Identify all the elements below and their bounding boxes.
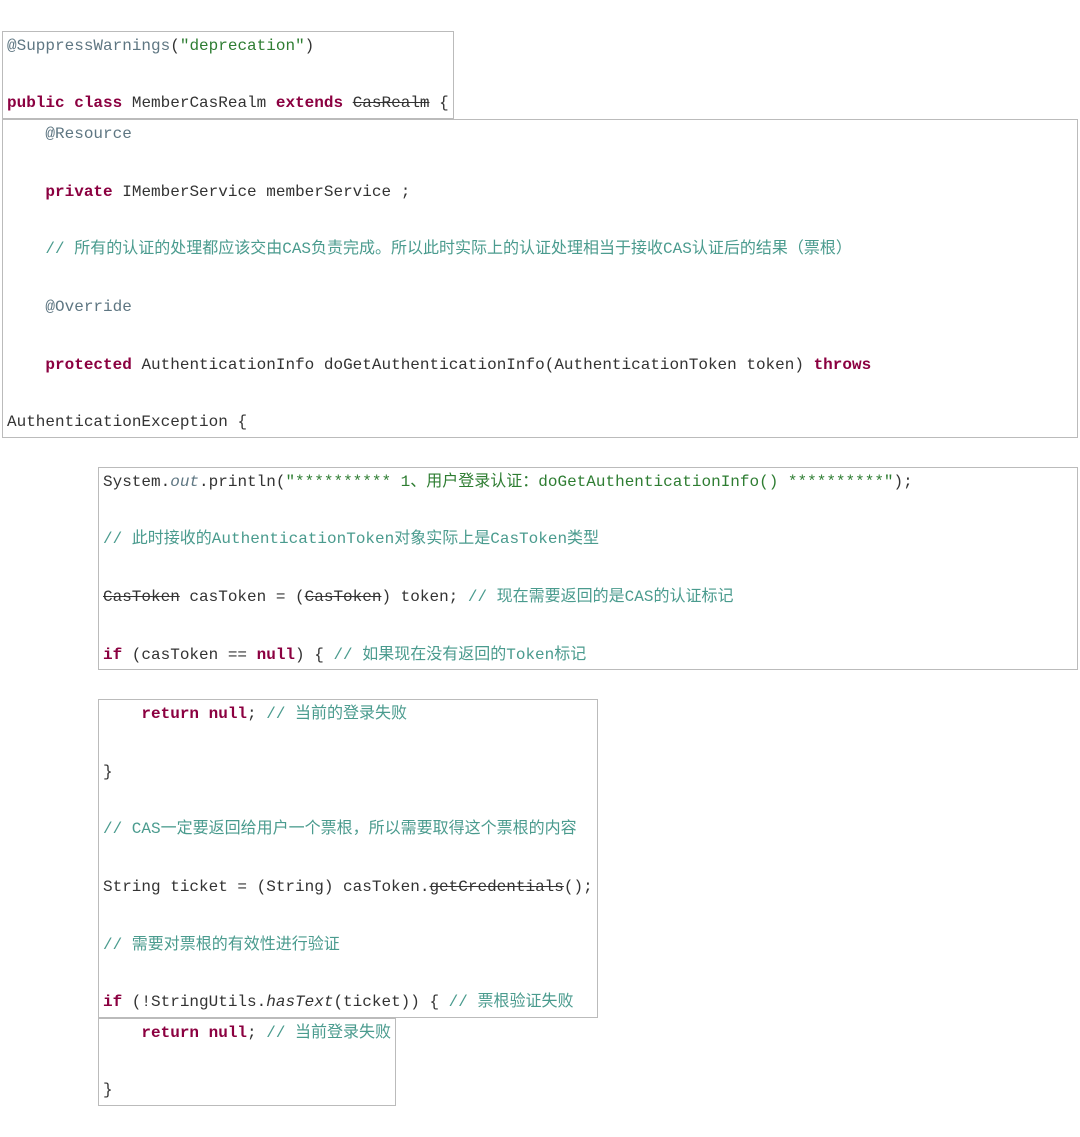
sysout-println: .println( — [199, 473, 285, 491]
if-condition-2-end: (ticket)) { — [333, 993, 448, 1011]
class-name: MemberCasRealm — [132, 94, 266, 112]
type-imemberservice: IMemberService — [122, 183, 256, 201]
if-condition-2: (!StringUtils. — [122, 993, 266, 1011]
brace-close-2: } — [103, 1081, 113, 1099]
exception-type: AuthenticationException { — [7, 413, 247, 431]
comment-ticket-content: // CAS一定要返回给用户一个票根，所以需要取得这个票根的内容 — [103, 820, 577, 838]
type-authinfo: AuthenticationInfo — [141, 356, 314, 374]
return-null-1 — [199, 705, 209, 723]
kw-null-1: null — [257, 646, 295, 664]
comment-castoken-type: // 此时接收的AuthenticationToken对象实际上是CasToke… — [103, 530, 599, 548]
sysout-prefix: System. — [103, 473, 170, 491]
method-dogetauth: doGetAuthenticationInfo(AuthenticationTo… — [324, 356, 804, 374]
code-box-1: @SuppressWarnings("deprecation") public … — [2, 31, 454, 119]
brace-close-1: } — [103, 763, 113, 781]
kw-null-3: null — [209, 1024, 247, 1042]
kw-protected: protected — [45, 356, 131, 374]
kw-throws: throws — [814, 356, 872, 374]
comment-auth-delegate: // 所有的认证的处理都应该交由CAS负责完成。所以此时实际上的认证处理相当于接… — [45, 240, 851, 258]
hastext: hasText — [266, 993, 333, 1011]
sysout-string: "********** 1、用户登录认证：doGetAuthentication… — [285, 473, 893, 491]
comment-validate-ticket: // 需要对票根的有效性进行验证 — [103, 936, 340, 954]
comment-cas-marker: // 现在需要返回的是CAS的认证标记 — [468, 588, 734, 606]
code-box-2: @Resource private IMemberService memberS… — [2, 119, 1078, 438]
semicolon-2: ; — [247, 1024, 266, 1042]
semicolon-1: ; — [247, 705, 266, 723]
kw-class: class — [74, 94, 122, 112]
kw-null-2: null — [209, 705, 247, 723]
sysout-end: ); — [894, 473, 913, 491]
castoken-cast: CasToken — [305, 588, 382, 606]
code-box-5: return null; // 当前登录失败 } — [98, 1018, 396, 1106]
field-memberservice: memberService ; — [266, 183, 410, 201]
comment-no-token: // 如果现在没有返回的Token标记 — [333, 646, 586, 664]
comment-ticket-fail: // 票根验证失败 — [449, 993, 574, 1011]
kw-return-1: return — [141, 705, 199, 723]
annotation-resource: @Resource — [45, 125, 131, 143]
kw-return-2: return — [141, 1024, 199, 1042]
comment-login-fail-1: // 当前的登录失败 — [266, 705, 407, 723]
getcredentials-end: (); — [564, 878, 593, 896]
comment-login-fail-2: // 当前登录失败 — [266, 1024, 391, 1042]
if-brace-1: ) { — [295, 646, 333, 664]
brace-open: { — [430, 94, 449, 112]
code-box-4: return null; // 当前的登录失败 } // CAS一定要返回给用户… — [98, 699, 598, 1018]
super-class: CasRealm — [353, 94, 430, 112]
code-block: @SuppressWarnings("deprecation") public … — [2, 2, 1078, 1135]
code-box-3: System.out.println("********** 1、用户登录认证：… — [98, 467, 1078, 671]
annotation-suppress: @SuppressWarnings — [7, 37, 170, 55]
if-condition-1: (casToken == — [122, 646, 256, 664]
kw-if-1: if — [103, 646, 122, 664]
annotation-override: @Override — [45, 298, 131, 316]
annotation-suppress-arg: ("deprecation") — [170, 37, 314, 55]
kw-public: public — [7, 94, 65, 112]
castoken-var: casToken = ( — [180, 588, 305, 606]
kw-extends: extends — [276, 94, 343, 112]
kw-if-2: if — [103, 993, 122, 1011]
kw-private: private — [45, 183, 112, 201]
sysout-out: out — [170, 473, 199, 491]
castoken-end: ) token; — [381, 588, 467, 606]
castoken-type: CasToken — [103, 588, 180, 606]
getcredentials: getCredentials — [429, 878, 563, 896]
return-null-2 — [199, 1024, 209, 1042]
string-type: String ticket = (String) casToken. — [103, 878, 429, 896]
